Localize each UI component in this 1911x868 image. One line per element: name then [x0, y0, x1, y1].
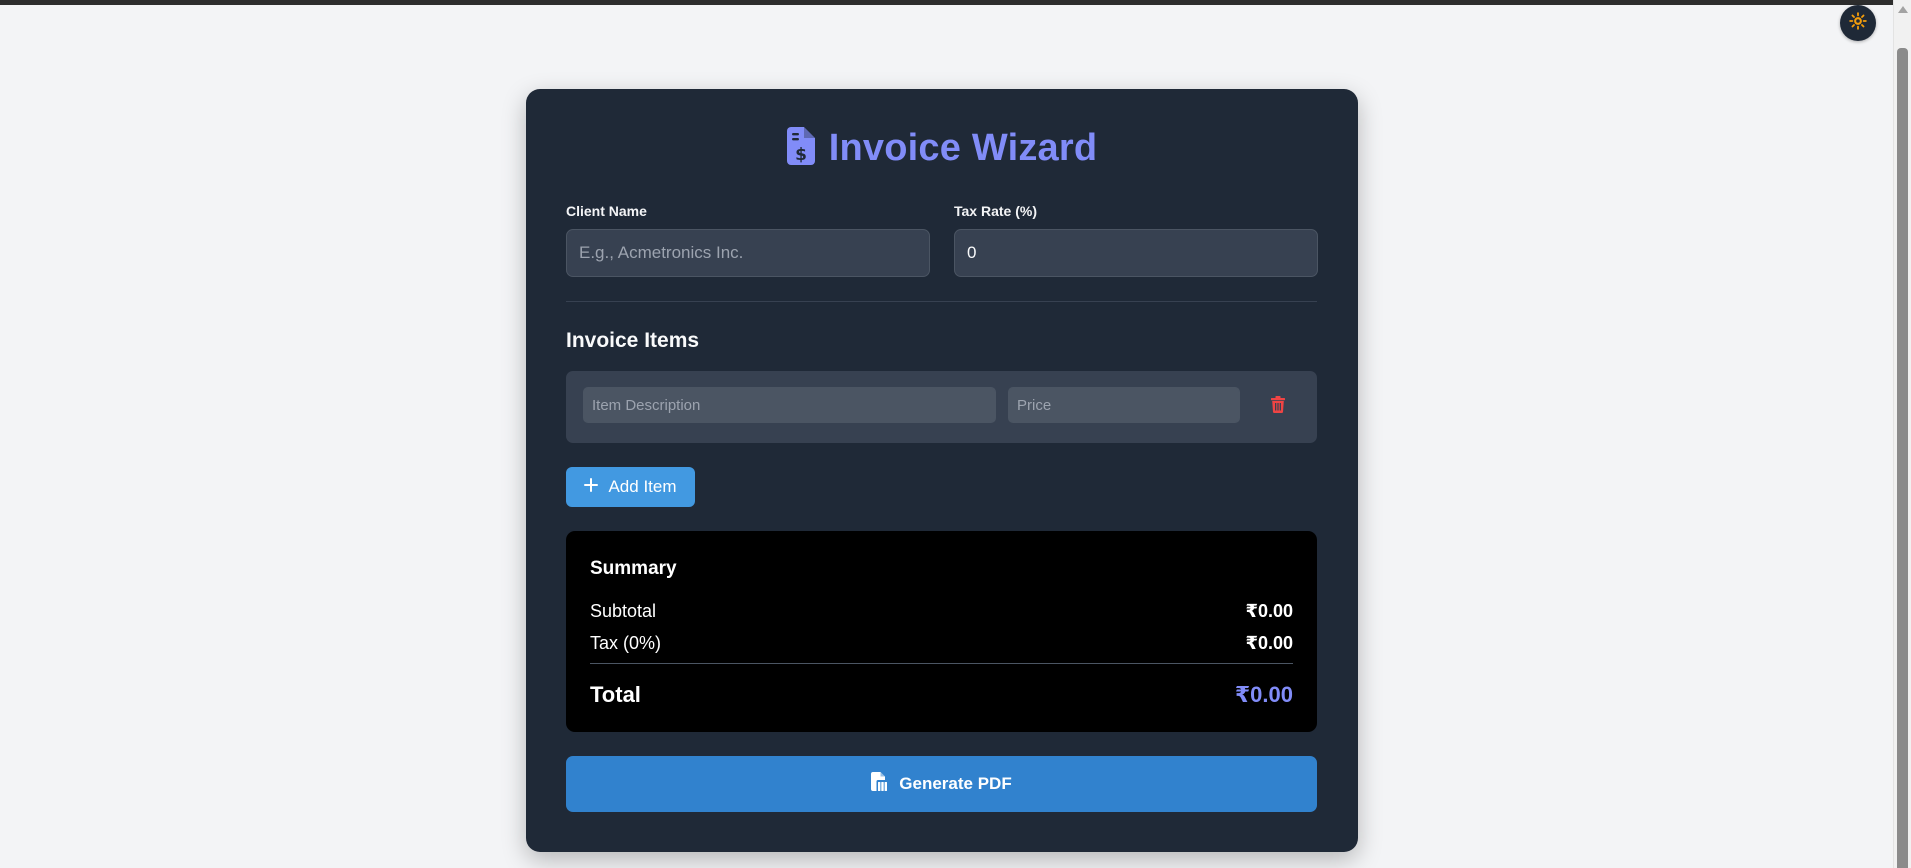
subtotal-label: Subtotal: [590, 601, 657, 621]
tax-rate-input[interactable]: [954, 229, 1318, 277]
page-title: $ Invoice Wizard: [526, 127, 1358, 170]
add-item-label: Add Item: [608, 477, 677, 496]
generate-pdf-button[interactable]: Generate PDF: [566, 756, 1317, 812]
tax-label: Tax (0%): [590, 633, 662, 653]
total-label: Total: [590, 682, 641, 707]
file-invoice-dollar-icon: $: [786, 127, 815, 170]
summary-panel: Summary Subtotal ₹0.00 Tax (0%) ₹0.00 To…: [566, 531, 1317, 732]
theme-toggle-button[interactable]: [1840, 5, 1876, 41]
tax-rate-label: Tax Rate (%): [954, 203, 1037, 219]
invoice-item-row: [566, 371, 1317, 443]
tax-row: Tax (0%) ₹0.00: [590, 633, 1293, 654]
tax-value: ₹0.00: [1245, 633, 1293, 653]
invoice-card: $ Invoice Wizard Client Name Tax Rate (%…: [526, 89, 1358, 852]
page-scrollbar[interactable]: [1893, 0, 1911, 868]
scrollbar-thumb[interactable]: [1897, 48, 1908, 868]
client-name-label: Client Name: [566, 203, 647, 219]
sun-icon: [1849, 11, 1867, 35]
item-price-input[interactable]: [1008, 387, 1240, 423]
total-value: ₹0.00: [1234, 682, 1293, 707]
form-divider: [566, 301, 1317, 302]
browser-top-edge: [0, 0, 1911, 5]
file-pdf-icon: [871, 772, 888, 796]
generate-pdf-label: Generate PDF: [899, 774, 1012, 793]
delete-item-button[interactable]: [1266, 395, 1290, 419]
total-row: Total ₹0.00: [590, 682, 1293, 708]
app-title: Invoice Wizard: [828, 127, 1098, 169]
trash-icon: [1271, 396, 1285, 418]
add-item-button[interactable]: Add Item: [566, 467, 695, 507]
subtotal-row: Subtotal ₹0.00: [590, 601, 1293, 622]
subtotal-value: ₹0.00: [1245, 601, 1293, 621]
summary-title: Summary: [590, 558, 677, 579]
invoice-items-heading: Invoice Items: [566, 329, 700, 352]
summary-divider: [590, 663, 1293, 664]
client-name-input[interactable]: [566, 229, 930, 277]
svg-text:$: $: [795, 145, 807, 165]
item-description-input[interactable]: [583, 387, 996, 423]
plus-icon: [584, 477, 599, 497]
scroll-up-arrow-icon[interactable]: [1898, 6, 1908, 13]
